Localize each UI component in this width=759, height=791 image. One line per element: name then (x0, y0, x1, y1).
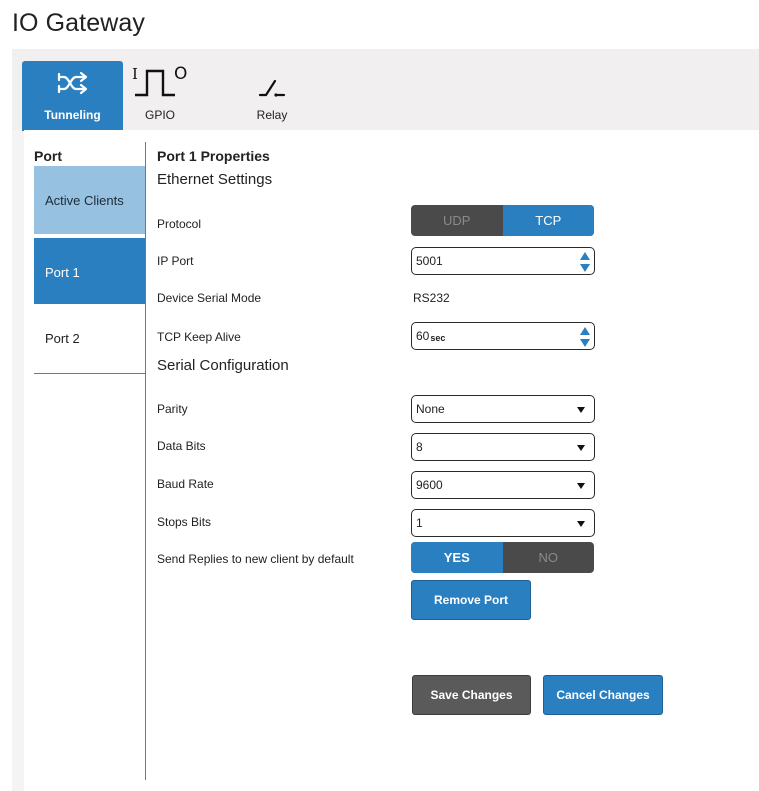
caret-down-icon (577, 445, 585, 451)
stop-bits-select[interactable]: 1 (411, 509, 595, 537)
ip-port-stepper[interactable] (580, 252, 591, 272)
gpio-signal-icon: I O (132, 65, 187, 97)
sidebar-item-port-2[interactable]: Port 2 (34, 304, 145, 372)
parity-label: Parity (157, 402, 188, 416)
gpio-out-letter: O (174, 65, 187, 84)
increment-icon[interactable] (580, 252, 590, 260)
remove-port-button[interactable]: Remove Port (411, 580, 531, 620)
serial-configuration-heading: Serial Configuration (157, 357, 289, 374)
send-replies-toggle: YES NO (411, 542, 594, 573)
sidebar-item-active-clients[interactable]: Active Clients (34, 166, 145, 234)
sidebar-item-label: Port 2 (45, 330, 80, 346)
protocol-toggle: UDP TCP (411, 205, 594, 236)
baud-rate-label: Baud Rate (157, 477, 214, 491)
relay-switch-icon (258, 79, 286, 97)
protocol-option-tcp[interactable]: TCP (502, 205, 594, 236)
baud-rate-select[interactable]: 9600 (411, 471, 595, 499)
tcp-keep-alive-unit: sec (430, 333, 446, 343)
ip-port-value: 5001 (416, 254, 443, 268)
caret-down-icon (577, 521, 585, 527)
decrement-icon[interactable] (580, 264, 590, 272)
send-replies-option-yes[interactable]: YES (411, 542, 503, 573)
data-bits-label: Data Bits (157, 439, 206, 453)
cancel-changes-button[interactable]: Cancel Changes (543, 675, 663, 715)
stop-bits-value: 1 (416, 516, 423, 530)
sidebar-item-port-1[interactable]: Port 1 (34, 238, 145, 306)
sidebar-item-label: Active Clients (45, 192, 124, 208)
ethernet-settings-heading: Ethernet Settings (157, 171, 273, 188)
ip-port-label: IP Port (157, 254, 194, 268)
tcp-keep-alive-input[interactable]: 60 sec (411, 322, 595, 350)
protocol-label: Protocol (157, 217, 202, 231)
send-replies-option-no[interactable]: NO (503, 542, 595, 573)
stop-bits-label: Stops Bits (157, 515, 212, 529)
data-bits-select[interactable]: 8 (411, 433, 595, 461)
sidebar-divider (145, 142, 146, 780)
device-serial-mode-label: Device Serial Mode (157, 291, 262, 305)
tab-gpio[interactable]: I O GPIO (125, 61, 195, 131)
baud-rate-value: 9600 (416, 478, 443, 492)
sidebar-title: Port (34, 148, 62, 164)
tab-label: Relay (256, 108, 288, 122)
parity-select[interactable]: None (411, 395, 595, 423)
parity-value: None (416, 402, 445, 416)
send-replies-label: Send Replies to new client by default (157, 552, 354, 566)
properties-title: Port 1 Properties (157, 148, 270, 164)
tab-relay[interactable]: Relay (237, 61, 307, 131)
caret-down-icon (577, 483, 585, 489)
save-changes-button[interactable]: Save Changes (412, 675, 531, 715)
increment-icon[interactable] (580, 327, 590, 335)
page-title: IO Gateway (12, 9, 145, 37)
device-serial-mode-value: RS232 (413, 291, 450, 305)
tab-bar: Tunneling I O GPIO Relay (12, 49, 759, 131)
data-bits-value: 8 (416, 440, 423, 454)
sidebar-item-label: Port 1 (45, 264, 80, 280)
gpio-in-letter: I (132, 65, 138, 83)
caret-down-icon (577, 407, 585, 413)
tab-label: GPIO (144, 108, 175, 122)
shuffle-icon (57, 71, 87, 95)
decrement-icon[interactable] (580, 339, 590, 347)
tcp-keep-alive-value: 60 (416, 329, 430, 343)
ip-port-input[interactable]: 5001 (411, 247, 595, 275)
protocol-option-udp[interactable]: UDP (411, 205, 503, 236)
tcp-keep-alive-stepper[interactable] (580, 327, 591, 347)
tab-label: Tunneling (44, 108, 101, 122)
tab-tunneling[interactable]: Tunneling (22, 61, 123, 131)
sidebar-underline (34, 373, 145, 374)
tcp-keep-alive-label: TCP Keep Alive (157, 330, 241, 344)
